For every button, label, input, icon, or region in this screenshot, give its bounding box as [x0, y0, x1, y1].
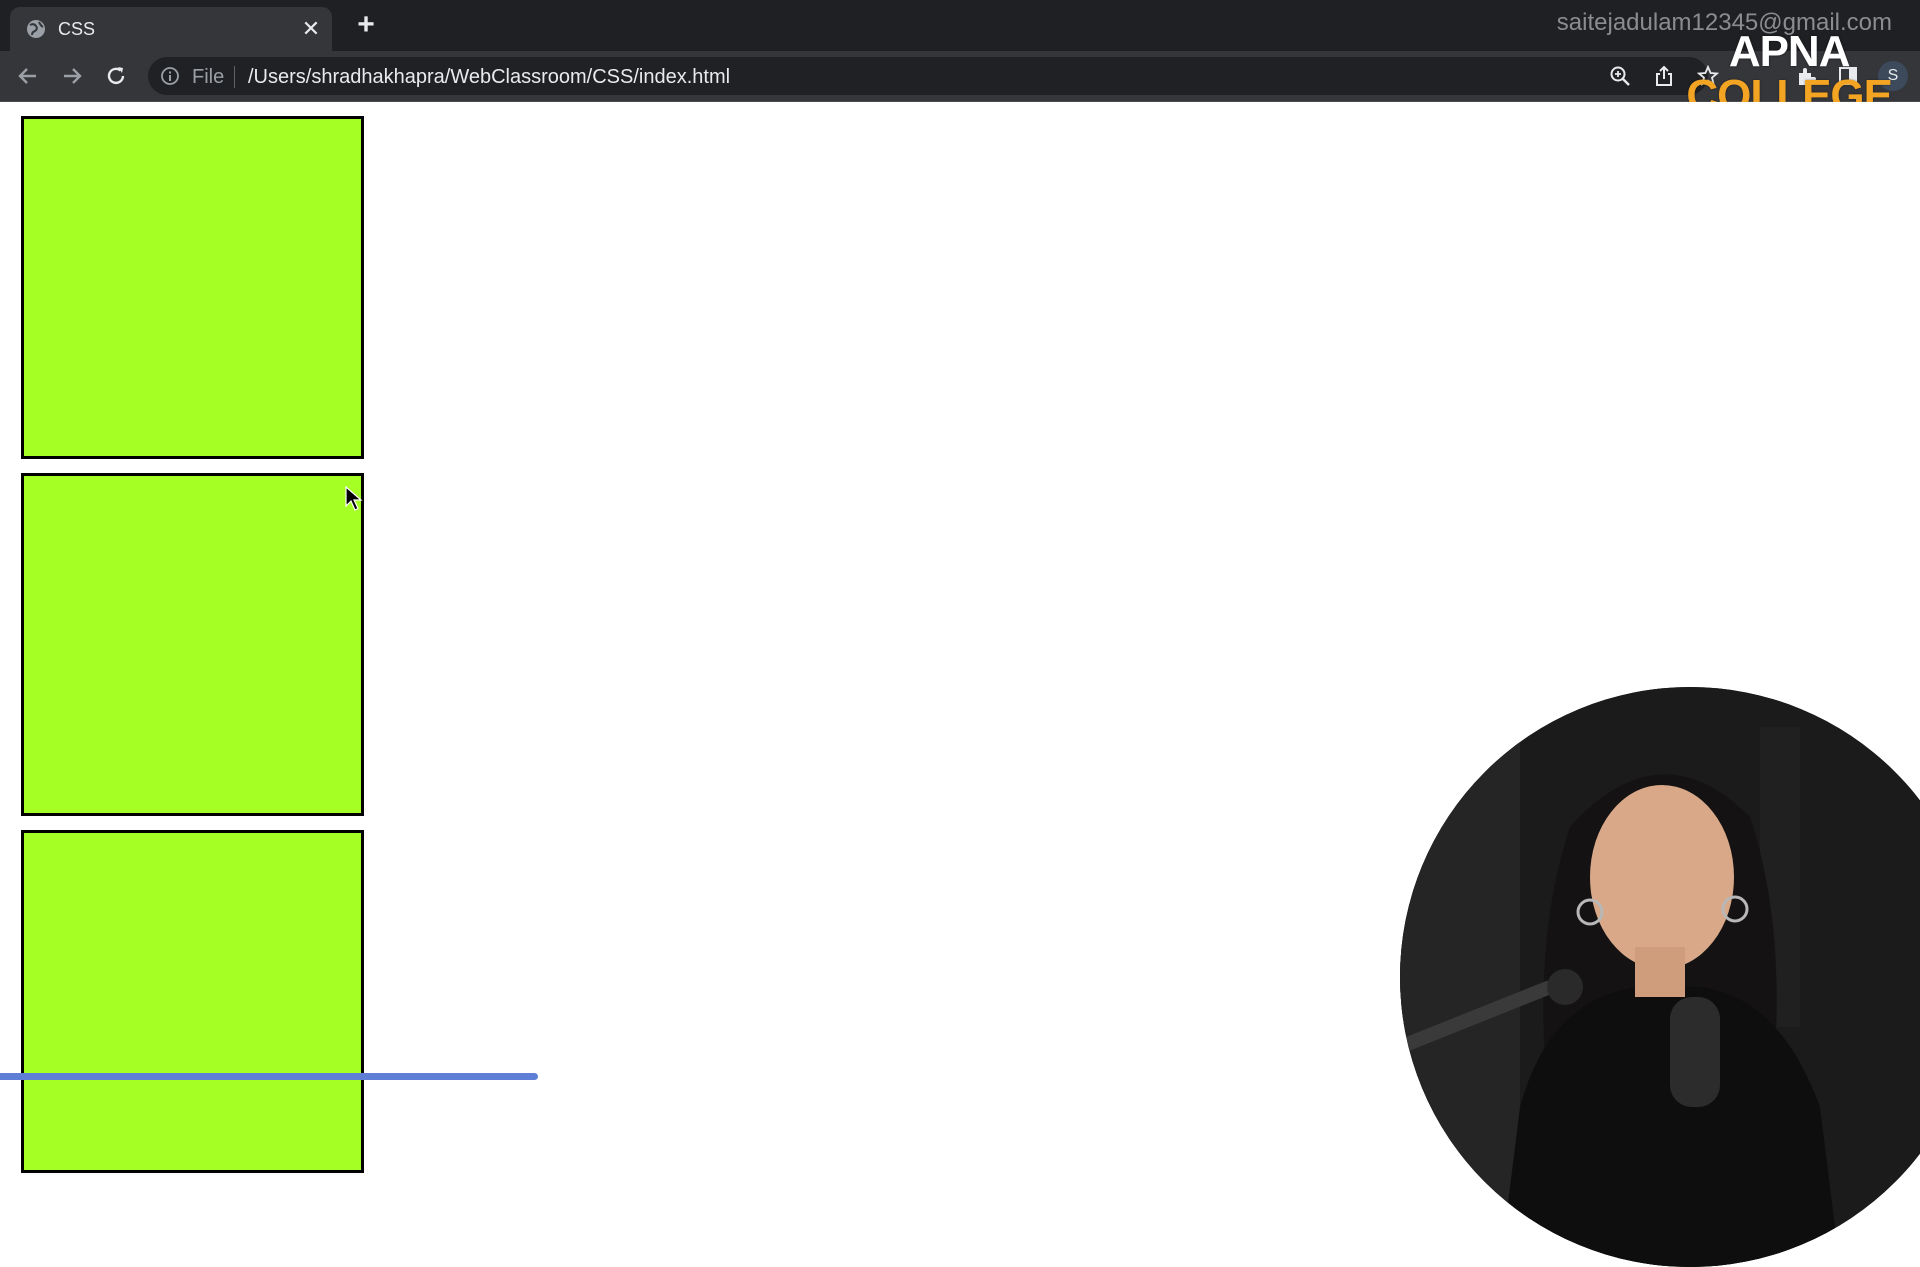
back-button[interactable]: [14, 62, 42, 90]
address-bar[interactable]: File /Users/shradhakhapra/WebClassroom/C…: [148, 57, 1708, 95]
zoom-button[interactable]: [1607, 63, 1633, 89]
globe-icon: [27, 20, 45, 38]
tab-title: CSS: [58, 19, 96, 39]
new-tab-button[interactable]: +: [354, 10, 378, 40]
forward-icon: [64, 68, 82, 84]
share-icon: [1656, 65, 1672, 86]
browser-tab[interactable]: CSS ✕: [10, 7, 332, 51]
zoom-icon: [1610, 66, 1630, 86]
close-tab-icon[interactable]: ✕: [300, 18, 322, 40]
mouse-cursor-icon: [345, 486, 363, 511]
green-box-2: [21, 473, 364, 816]
forward-button[interactable]: [58, 62, 86, 90]
green-box-3: [21, 830, 364, 1173]
watermark-line1: APNA: [1728, 27, 1851, 76]
reload-button[interactable]: [102, 62, 130, 90]
address-divider: [234, 66, 235, 88]
reload-icon: [107, 67, 125, 85]
browser-toolbar: File /Users/shradhakhapra/WebClassroom/C…: [0, 51, 1920, 102]
info-icon[interactable]: [160, 66, 180, 86]
video-progress-bar[interactable]: [0, 1073, 538, 1080]
green-box-1: [21, 116, 364, 459]
browser-tab-strip: CSS ✕ + saitejadulam12345@gmail.com: [0, 0, 1920, 51]
back-icon: [18, 68, 36, 84]
share-button[interactable]: [1651, 63, 1677, 89]
scheme-label: File: [192, 66, 225, 88]
url-text[interactable]: /Users/shradhakhapra/WebClassroom/CSS/in…: [248, 66, 730, 89]
